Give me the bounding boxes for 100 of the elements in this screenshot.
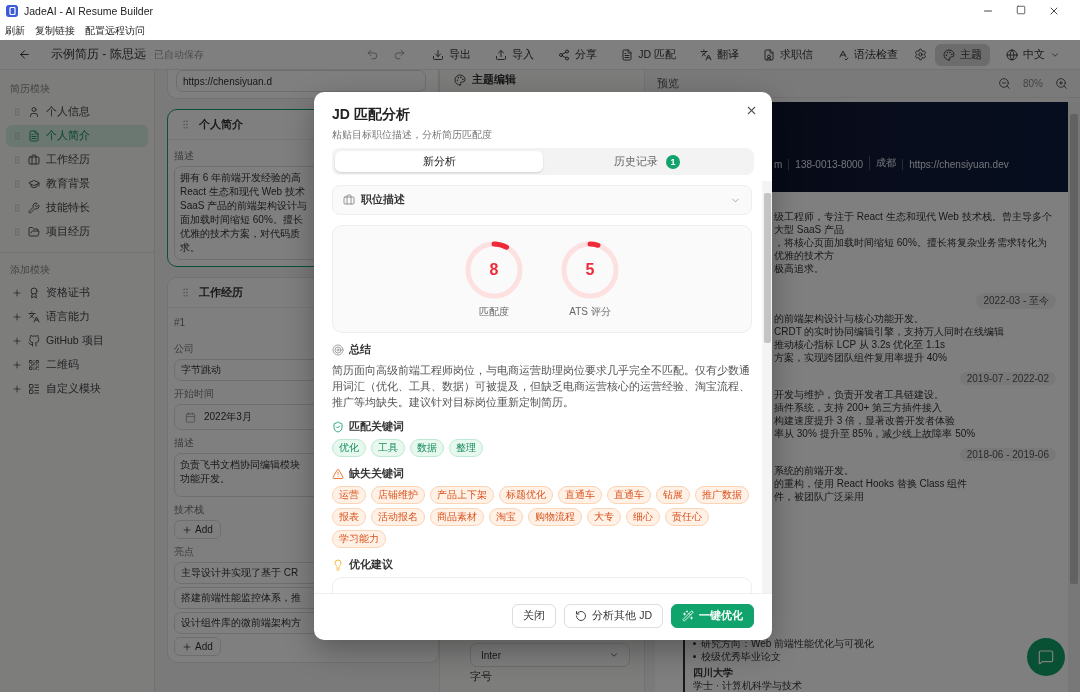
score-value: 8 <box>489 260 499 279</box>
field-label: 字号 <box>470 670 492 684</box>
sidebar-item[interactable]: 语言能力 <box>6 306 148 328</box>
sidebar-item[interactable]: 技能特长 <box>6 197 148 219</box>
globe-icon <box>1006 48 1018 61</box>
sidebar-item[interactable]: 二维码 <box>6 354 148 376</box>
translate-icon <box>28 311 40 323</box>
resume-text: 方案，实现跨团队组件复用率提升 40% <box>774 351 948 364</box>
contact-text: m <box>774 159 784 170</box>
menu-item[interactable]: 配置远程访问 <box>85 24 145 38</box>
contact-text: 138-0013-8000 <box>788 159 870 170</box>
field-label: 描述 <box>174 436 194 450</box>
font-select[interactable]: Inter <box>470 643 630 667</box>
sidebar-item[interactable]: 资格证书 <box>6 282 148 304</box>
tab[interactable]: 新分析 <box>335 151 543 172</box>
briefcase-icon <box>28 154 40 166</box>
magic-wand-icon <box>682 610 694 622</box>
toolbar-button[interactable]: 求职信 <box>755 43 821 66</box>
resume-text: CRDT 的实时协同编辑引擎，支持万人同时在线编辑 <box>774 325 1006 338</box>
plus-icon <box>12 312 22 322</box>
toolbar-button[interactable]: 语法检查 <box>829 43 906 66</box>
toolbar-button[interactable]: 导出 <box>424 43 480 66</box>
translate-icon <box>700 48 712 61</box>
refresh-icon <box>575 610 588 622</box>
resume-text: 开发与维护，负责开发者工具链建设。 <box>774 388 945 401</box>
theme-button[interactable]: 主题 <box>935 43 990 66</box>
sidebar-item[interactable]: 项目经历 <box>6 221 148 243</box>
toolbar-button[interactable]: 导入 <box>487 43 543 66</box>
briefcase-icon <box>343 194 355 206</box>
toolbar-button[interactable]: 分享 <box>550 43 606 66</box>
settings-icon <box>914 48 927 61</box>
reanalyze-button[interactable]: 分析其他 JD <box>564 604 663 628</box>
resume-text: 构建速度提升 3 倍，显著改善开发者体验 <box>774 414 957 427</box>
website-field[interactable]: https://chensiyuan.d <box>176 70 426 92</box>
close-button[interactable]: 关闭 <box>512 604 557 628</box>
resume-text: 件，被团队广泛采用 <box>774 490 865 503</box>
drag-handle-icon <box>12 155 22 165</box>
card-title: 个人简介 <box>199 117 243 132</box>
score-value: 5 <box>585 260 595 279</box>
optimize-button[interactable]: 一键优化 <box>671 604 754 628</box>
dialog-title: JD 匹配分析 <box>332 106 410 124</box>
keyword-tag: 淘宝 <box>489 508 523 526</box>
resume-text: 率从 30% 提升至 85%，减少线上故障率 50% <box>774 427 977 440</box>
keyword-tag: 大专 <box>587 508 621 526</box>
menu-item[interactable]: 复制链接 <box>35 24 75 38</box>
panel-title: 预览 <box>657 76 679 91</box>
document-title: 示例简历 - 陈思远 <box>51 46 146 63</box>
keyword-tag: 购物流程 <box>528 508 582 526</box>
drag-handle-icon <box>12 179 22 189</box>
close-icon <box>1048 5 1060 17</box>
toolbar-button[interactable]: JD 匹配 <box>613 43 684 66</box>
keyword-tag: 整理 <box>449 439 483 457</box>
sidebar-item[interactable]: GitHub 项目 <box>6 330 148 352</box>
drag-handle-icon <box>12 227 22 237</box>
field-label: 描述 <box>174 149 194 163</box>
school-name: 四川大学 <box>693 666 734 679</box>
toolbar-button[interactable]: 翻译 <box>692 43 747 66</box>
keyword-tag: 运营 <box>332 486 366 504</box>
keyword-tag: 优化 <box>332 439 366 457</box>
language-select[interactable]: 中文 <box>998 43 1068 66</box>
zoom-out-icon <box>998 77 1011 90</box>
keyword-tag: 标题优化 <box>499 486 553 504</box>
section-title: 总结 <box>349 343 371 357</box>
maximize-icon <box>1016 5 1026 15</box>
calendar-icon <box>185 411 196 423</box>
lightbulb-icon <box>332 559 344 571</box>
card-title: 工作经历 <box>199 285 243 300</box>
scrollbar[interactable] <box>762 181 772 593</box>
user-icon <box>28 106 40 118</box>
download-icon <box>432 48 445 61</box>
menu-item[interactable]: 刷新 <box>5 24 25 38</box>
contact-text: https://chensiyuan.dev <box>902 159 1015 170</box>
job-description-toggle[interactable]: 职位描述 <box>332 185 752 215</box>
qr-code-icon <box>28 359 40 371</box>
sidebar-item[interactable]: 个人信息 <box>6 101 148 123</box>
add-button[interactable]: Add <box>174 637 221 656</box>
resume-text: 插件系统，支持 200+ 第三方插件接入 <box>774 401 944 414</box>
resume-text: 推动核心指标 LCP 从 3.2s 优化至 1.1s <box>774 338 946 351</box>
plus-icon <box>182 641 192 652</box>
upload-icon <box>495 48 508 61</box>
undo-icon <box>366 48 380 61</box>
contact-text: 成都 <box>869 156 903 170</box>
degree-text: 学士 · 计算机科学与技术 <box>693 679 803 692</box>
tab[interactable]: 历史记录 1 <box>543 151 751 172</box>
score-label: ATS 评分 <box>569 304 611 319</box>
plus-icon <box>12 336 22 346</box>
sidebar-item[interactable]: 个人简介 <box>6 125 148 147</box>
redo-icon <box>393 48 407 61</box>
add-button[interactable]: Add <box>174 520 221 539</box>
chat-icon <box>1038 649 1054 665</box>
keyword-tag: 推广数据 <box>695 486 749 504</box>
sidebar-item[interactable]: 教育背景 <box>6 173 148 195</box>
document-icon <box>28 130 40 142</box>
drag-handle-icon <box>180 119 191 130</box>
sidebar-item[interactable]: 工作经历 <box>6 149 148 171</box>
list-layout-icon <box>28 383 40 395</box>
keyword-tag: 活动报名 <box>371 508 425 526</box>
dialog-subtitle: 粘贴目标职位描述，分析简历匹配度 <box>332 128 492 142</box>
field-label: 亮点 <box>174 545 194 559</box>
sidebar-item[interactable]: 自定义模块 <box>6 378 148 400</box>
